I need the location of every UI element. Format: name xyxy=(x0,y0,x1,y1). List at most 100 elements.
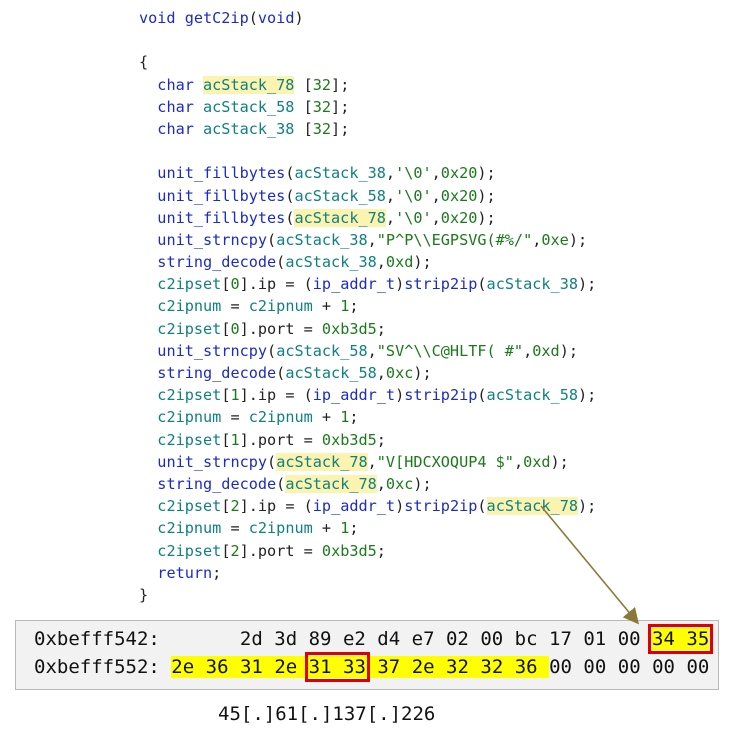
code-token: c2ipnum xyxy=(248,297,313,316)
code-line: c2ipset[0].port = 0xb3d5; xyxy=(139,318,596,340)
code-token: 32 xyxy=(312,97,332,116)
code-token: ); xyxy=(477,164,496,183)
code-token: unit_strncpy xyxy=(157,341,268,360)
memory-dump-panel: 0xbefff542: 2d 3d 89 e2 d4 e7 02 00 bc 1… xyxy=(15,620,719,690)
code-token: acStack_38 xyxy=(486,275,578,294)
code-token: c2ipset xyxy=(157,386,222,405)
code-token: ); xyxy=(577,386,597,405)
code-token: ip_addr_t xyxy=(312,386,396,405)
code-line: c2ipset[1].ip = (ip_addr_t)strip2ip(acSt… xyxy=(139,384,596,406)
code-token: strip2ip xyxy=(404,275,478,294)
code-token: ]; xyxy=(331,119,350,138)
code-token: acStack_58 xyxy=(203,97,295,116)
code-line: { xyxy=(139,51,596,73)
code-token: 0xb3d5 xyxy=(321,319,377,338)
code-token: ( xyxy=(276,253,286,272)
memory-byte: 36 xyxy=(205,656,229,678)
memory-byte: e2 xyxy=(342,628,366,650)
code-token: string_decode xyxy=(157,474,277,493)
memory-address: 0xbefff542: xyxy=(34,628,160,650)
code-token: ( xyxy=(267,230,277,249)
code-token: c2ipnum xyxy=(157,408,222,427)
code-token: void xyxy=(139,9,185,27)
code-token: , xyxy=(385,208,396,227)
code-token: unit_fillbytes xyxy=(157,186,286,205)
code-token: 0x20 xyxy=(440,164,478,183)
code-token: char xyxy=(157,75,204,94)
code-token: acStack_58 xyxy=(285,364,377,382)
code-token: } xyxy=(139,585,149,604)
code-token: , xyxy=(385,164,396,183)
code-token: = xyxy=(221,408,249,427)
code-token: 32 xyxy=(312,75,332,94)
code-line: void getC2ip(void) xyxy=(139,7,596,29)
code-token: , xyxy=(431,186,441,205)
code-token: 1 xyxy=(340,519,350,538)
code-token: acStack_58 xyxy=(294,186,386,205)
code-token: + xyxy=(312,519,341,538)
code-token: ; xyxy=(376,541,386,560)
code-token: char xyxy=(157,119,204,138)
code-token: ); xyxy=(559,341,578,360)
code-token: acStack_78 xyxy=(276,452,368,471)
memory-byte: 3d xyxy=(274,628,298,650)
code-line: c2ipset[1].port = 0xb3d5; xyxy=(139,429,596,451)
code-token: ) xyxy=(395,386,405,405)
code-line: char acStack_78 [32]; xyxy=(139,74,596,96)
memory-byte: 2e xyxy=(411,656,435,678)
memory-byte: bc xyxy=(514,628,538,650)
code-token: ].ip = ( xyxy=(239,275,313,294)
memory-byte: 33 xyxy=(343,656,366,678)
code-line: unit_fillbytes(acStack_38,'\0',0x20); xyxy=(139,162,596,184)
highlighted-byte-box: 34 35 xyxy=(648,624,714,654)
code-line: string_decode(acStack_58,0xc); xyxy=(139,362,596,384)
code-token: 32 xyxy=(312,119,332,138)
code-token: ( xyxy=(276,364,286,382)
memory-byte: 02 xyxy=(445,628,469,650)
code-token: getC2ip xyxy=(184,9,249,27)
code-token: ; xyxy=(349,519,359,538)
code-token: ; xyxy=(376,319,386,338)
memory-address: 0xbefff552: xyxy=(34,656,160,678)
memory-byte: 32 xyxy=(480,656,504,678)
code-token: , xyxy=(431,208,441,227)
code-token: , xyxy=(367,341,377,360)
code-line: } xyxy=(139,584,596,606)
code-token: ); xyxy=(477,186,496,205)
code-token: ( xyxy=(477,497,487,516)
memory-row: 0xbefff542: 2d 3d 89 e2 d4 e7 02 00 bc 1… xyxy=(34,624,714,654)
memory-byte: 00 xyxy=(617,656,641,678)
memory-byte: d4 xyxy=(377,628,401,650)
code-token: , xyxy=(367,452,377,471)
code-token: ); xyxy=(477,208,496,227)
code-token: ]; xyxy=(331,75,350,94)
code-token: "P^P\\EGPSVG(#%/" xyxy=(376,230,533,249)
code-token: + xyxy=(312,408,341,427)
code-token: string_decode xyxy=(157,364,277,382)
code-token: 0xd xyxy=(385,253,414,272)
code-token: ); xyxy=(577,275,597,294)
code-token: ; xyxy=(376,430,386,449)
memory-byte: 31 xyxy=(239,656,263,678)
memory-byte: e7 xyxy=(411,628,435,650)
memory-byte: 00 xyxy=(480,628,504,650)
code-token: c2ipset xyxy=(157,430,222,449)
memory-byte: 34 xyxy=(652,628,675,650)
code-token: unit_fillbytes xyxy=(157,208,286,227)
code-token: acStack_38 xyxy=(294,164,386,183)
code-token: 1 xyxy=(230,430,240,449)
memory-byte: 31 xyxy=(308,656,332,678)
code-token: 0 xyxy=(230,319,240,338)
code-token: 1 xyxy=(340,297,350,316)
code-token: c2ipset xyxy=(157,497,222,516)
code-line: return; xyxy=(139,562,596,584)
code-token: ; xyxy=(349,408,359,427)
code-token: "V[HDCXOQUP4 $" xyxy=(376,452,514,471)
